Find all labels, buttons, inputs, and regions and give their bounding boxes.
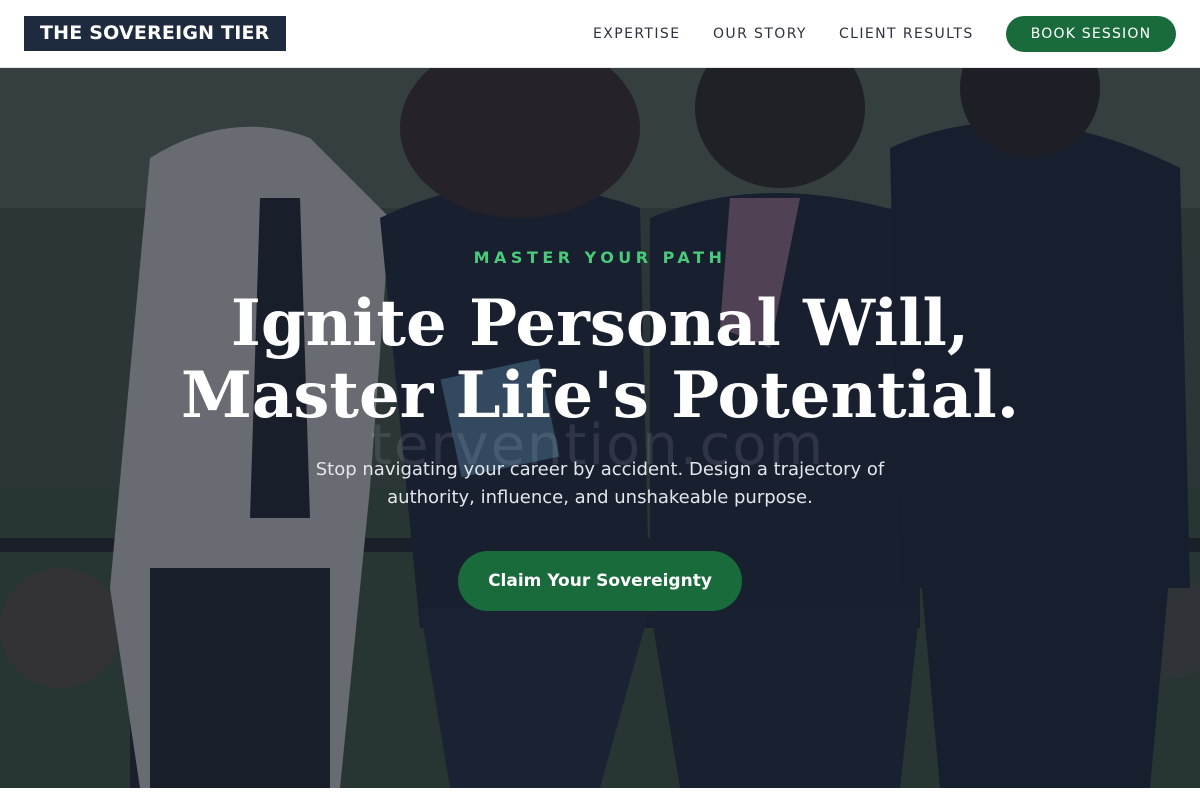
hero-subtext: Stop navigating your career by accident.… xyxy=(315,459,885,508)
hero-headline-line-2: Master Life's Potential. xyxy=(181,358,1019,433)
book-session-button[interactable]: BOOK SESSION xyxy=(1006,16,1176,52)
nav-link-our-story[interactable]: OUR STORY xyxy=(713,16,807,52)
hero-headline-line-1: Ignite Personal Will, xyxy=(230,286,970,361)
claim-sovereignty-button[interactable]: Claim Your Sovereignty xyxy=(458,551,742,611)
hero-headline: Ignite Personal Will, Master Life's Pote… xyxy=(0,288,1200,432)
page-bottom-edge xyxy=(0,788,1200,800)
nav-link-expertise[interactable]: EXPERTISE xyxy=(593,16,680,52)
site-header: THE SOVEREIGN TIER EXPERTISE OUR STORY C… xyxy=(0,0,1200,68)
hero-section: tervention.com MASTER YOUR PATH Ignite P… xyxy=(0,68,1200,788)
nav-link-client-results[interactable]: CLIENT RESULTS xyxy=(839,16,974,52)
hero-eyebrow: MASTER YOUR PATH xyxy=(473,248,727,267)
